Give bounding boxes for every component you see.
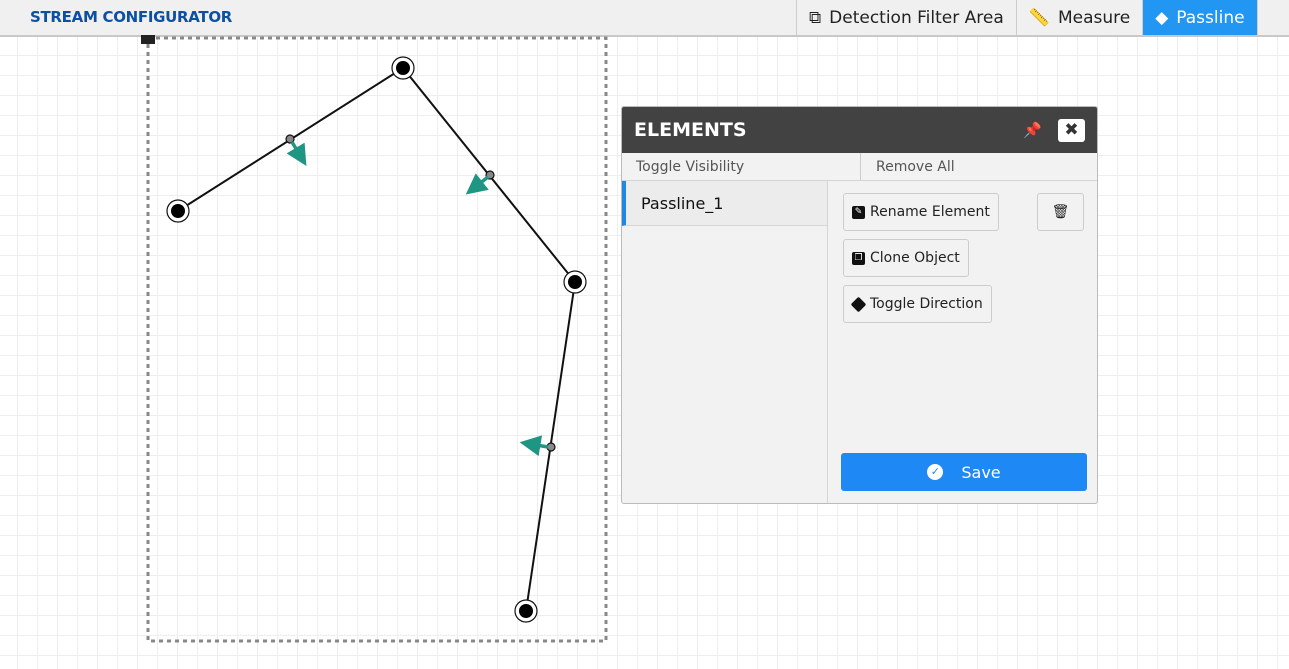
passline-path[interactable] [177, 66, 577, 612]
elements-panel: ELEMENTS 📌 ✖ Toggle Visibility Remove All P… [621, 106, 1098, 504]
element-list: Passline_1 [622, 181, 828, 503]
vertex-point[interactable] [171, 204, 185, 218]
pin-icon[interactable]: 📌 [1023, 121, 1042, 139]
bounding-box[interactable] [146, 36, 608, 643]
clone-icon: ❐ [852, 251, 865, 265]
direction-arrow [465, 173, 490, 195]
vertex-point[interactable] [519, 604, 533, 618]
save-button[interactable]: ✓ Save [841, 453, 1087, 491]
check-circle-icon: ✓ [927, 464, 944, 480]
edit-icon: ✎ [852, 205, 865, 219]
delete-button[interactable]: 🗑 [1037, 193, 1084, 231]
remove-all-button[interactable]: Remove All [861, 153, 955, 180]
midpoint-handle[interactable] [546, 442, 556, 452]
rename-element-button[interactable]: ✎ Rename Element [843, 193, 999, 231]
direction-arrow [286, 141, 307, 167]
toggle-visibility-button[interactable]: Toggle Visibility [622, 153, 861, 180]
toggle-direction-button[interactable]: Toggle Direction [843, 285, 992, 323]
direction-icon [850, 296, 867, 312]
list-item[interactable]: Passline_1 [622, 181, 827, 226]
clone-object-button[interactable]: ❐ Clone Object [843, 239, 969, 277]
vertex-point[interactable] [396, 61, 410, 75]
element-actions: ✎ Rename Element 🗑 ❐ Clone Object Toggle D… [829, 181, 1097, 503]
resize-handle[interactable] [141, 35, 155, 44]
direction-arrow [519, 435, 549, 457]
vertex-point[interactable] [568, 275, 582, 289]
close-button[interactable]: ✖ [1058, 118, 1085, 142]
trash-icon: 🗑 [1051, 204, 1070, 220]
panel-title: ELEMENTS [634, 119, 747, 141]
